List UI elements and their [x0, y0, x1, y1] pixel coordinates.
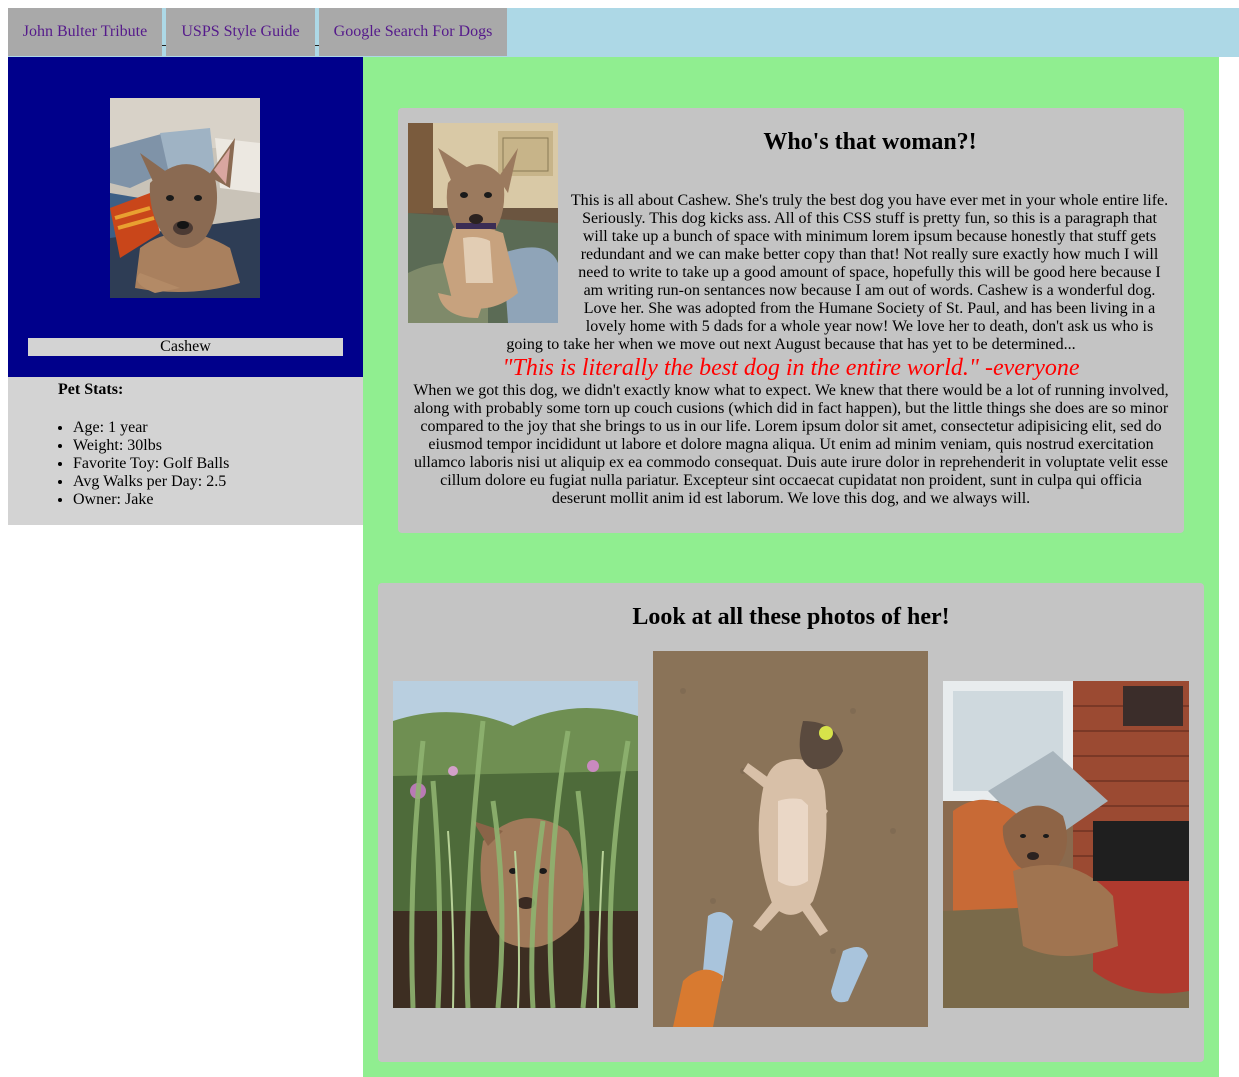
gallery-photo-couch [943, 681, 1189, 1008]
about-body: This is all about Cashew. She's truly th… [412, 192, 1170, 508]
about-card: Who's that woman?! This is all about Cas… [398, 108, 1184, 533]
profile-photo [110, 98, 260, 298]
main-content: Who's that woman?! This is all about Cas… [363, 57, 1219, 1077]
gallery-photo-garden [393, 681, 638, 1008]
stat-avg-walks: Avg Walks per Day: 2.5 [73, 473, 229, 491]
gallery-photo-floor [653, 651, 928, 1027]
about-paragraph-2: When we got this dog, we didn't exactly … [413, 382, 1169, 507]
stat-favorite-toy: Favorite Toy: Golf Balls [73, 455, 229, 473]
pet-stats-title: Pet Stats: [58, 381, 124, 398]
top-nav: John Bulter Tribute USPS Style Guide Goo… [8, 8, 1239, 57]
stat-age: Age: 1 year [73, 419, 229, 437]
photo-gallery: Look at all these photos of her! [378, 583, 1204, 1062]
pet-name-label: Cashew [28, 338, 343, 356]
nav-link-usps-style-guide[interactable]: USPS Style Guide [166, 8, 315, 56]
nav-link-google-search-for-dogs[interactable]: Google Search For Dogs [319, 8, 507, 56]
nav-link-john-bulter-tribute[interactable]: John Bulter Tribute [8, 8, 162, 56]
about-title: Who's that woman?! [763, 129, 977, 155]
about-quote: "This is literally the best dog in the e… [502, 355, 1080, 381]
pet-stats-list: Age: 1 year Weight: 30lbs Favorite Toy: … [33, 419, 229, 509]
stat-weight: Weight: 30lbs [73, 437, 229, 455]
stat-owner: Owner: Jake [73, 491, 229, 509]
gallery-title: Look at all these photos of her! [632, 604, 950, 630]
profile-card: Cashew [8, 57, 363, 377]
pet-stats-panel: Pet Stats: Age: 1 year Weight: 30lbs Fav… [8, 377, 363, 525]
